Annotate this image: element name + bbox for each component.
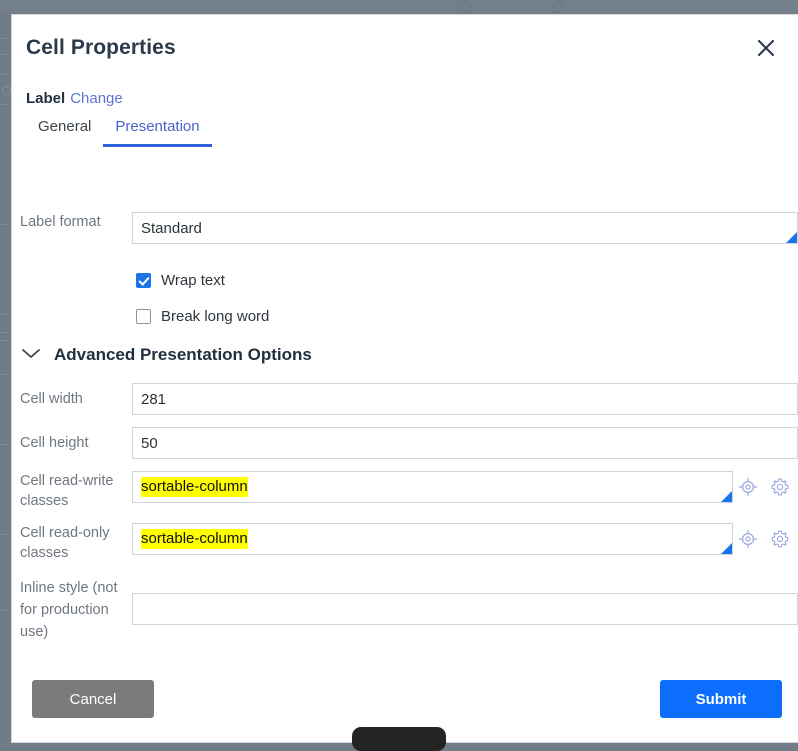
cell-read-only-classes-input[interactable]: sortable-column [132,523,733,555]
dialog-title: Cell Properties [26,36,176,59]
cell-height-label: Cell height [20,435,89,451]
cell-read-write-classes-input[interactable]: sortable-column [132,471,733,503]
cell-width-label: Cell width [20,391,83,407]
change-label-link[interactable]: Change [70,90,123,107]
background-page-sliver [0,14,11,743]
cell-read-only-row-icons [738,529,790,549]
dialog-footer: Cancel Submit [12,680,798,718]
row-cell-read-write-classes: Cell read-write classes sortable-column [12,471,798,511]
dialog-header: Cell Properties [12,15,798,77]
gear-icon[interactable] [770,529,790,549]
cell-read-write-classes-value: sortable-column [141,477,248,497]
bottom-toast-pill [352,727,446,751]
row-cell-read-only-classes: Cell read-only classes sortable-column [12,523,798,563]
wrap-text-checkbox[interactable] [136,273,151,288]
submit-button[interactable]: Submit [660,680,782,718]
advanced-presentation-options-toggle[interactable]: Advanced Presentation Options [12,345,798,365]
inline-style-label: Inline style (not for production use) [20,580,118,640]
wrap-text-label[interactable]: Wrap text [161,272,225,289]
row-cell-width: Cell width [12,383,798,415]
label-heading: Label [26,90,66,107]
label-format-label: Label format [20,214,101,230]
cell-read-only-classes-label: Cell read-only classes [20,525,110,561]
close-icon[interactable] [751,33,781,63]
gear-icon[interactable] [770,477,790,497]
row-wrap-text: Wrap text [12,272,798,289]
row-cell-height: Cell height [12,427,798,459]
row-break-long-word: Break long word [12,308,798,325]
cell-read-only-classes-value: sortable-column [141,529,248,549]
row-label-format: Label format [12,212,798,244]
label-format-input[interactable] [132,212,798,244]
cell-read-write-classes-label: Cell read-write classes [20,473,114,509]
cell-properties-dialog: Cell Properties Label Change General Pres… [11,14,798,743]
break-long-word-checkbox[interactable] [136,309,151,324]
cell-height-input[interactable] [132,427,798,459]
break-long-word-checkbox-row[interactable]: Break long word [132,308,798,325]
dialog-tabs: General Presentation [26,116,212,147]
label-format-input-wrap [132,212,798,244]
background-toolbar-ghost [430,0,600,13]
tab-general[interactable]: General [26,116,103,147]
target-icon[interactable] [738,477,758,497]
cancel-button[interactable]: Cancel [32,680,154,718]
break-long-word-label[interactable]: Break long word [161,308,269,325]
cell-read-write-input-wrap: sortable-column [132,471,733,503]
presentation-form: Label format Wrap text [12,212,798,643]
advanced-presentation-options-title: Advanced Presentation Options [54,345,312,364]
inline-style-input[interactable] [132,593,798,625]
wrap-text-checkbox-row[interactable]: Wrap text [132,272,798,289]
cell-read-write-row-icons [738,477,790,497]
cell-width-input[interactable] [132,383,798,415]
label-change-row: Label Change [26,90,123,107]
row-inline-style: Inline style (not for production use) [12,577,798,643]
target-icon[interactable] [738,529,758,549]
tab-presentation[interactable]: Presentation [103,116,212,147]
chevron-down-icon [20,346,42,365]
cell-read-only-input-wrap: sortable-column [132,523,733,555]
